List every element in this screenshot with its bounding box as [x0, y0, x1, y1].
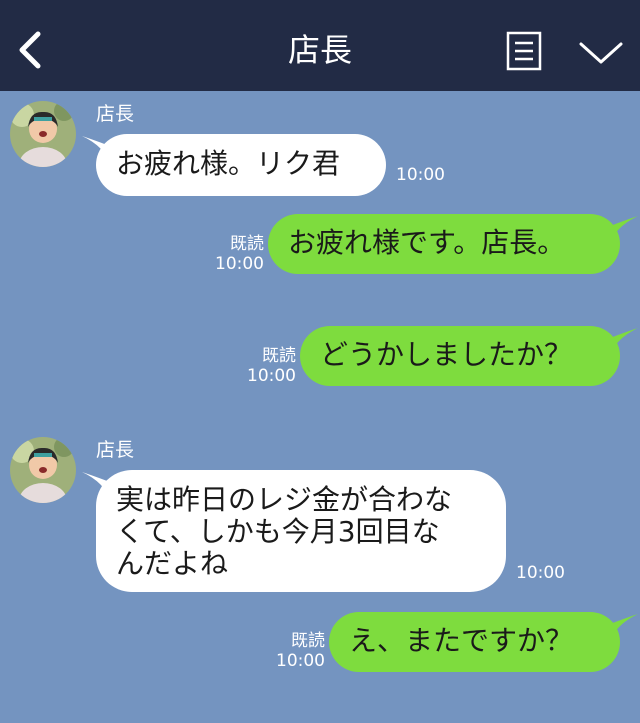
child-photo-avatar [10, 437, 76, 503]
avatar[interactable] [10, 437, 76, 503]
message-bubble[interactable]: お疲れ様。リク君 [96, 134, 386, 196]
message-time: 10:00 [215, 254, 264, 274]
menu-button[interactable] [506, 31, 542, 71]
chat-header: 店長 [0, 0, 640, 91]
read-status: 既読 10:00 [273, 631, 325, 671]
message-text: お疲れ様です。店長。 [288, 226, 566, 259]
menu-list-icon [506, 31, 542, 71]
message-text: どうかしましたか？ [320, 338, 573, 371]
message-time: 10:00 [516, 563, 565, 583]
expand-button[interactable] [578, 38, 624, 68]
read-label: 既読 [291, 631, 325, 651]
message-bubble[interactable]: え、またですか？ [329, 612, 620, 672]
avatar[interactable] [10, 101, 76, 167]
message-time: 10:00 [396, 165, 445, 185]
message-text: 実は昨日のレジ金が合わな くて、しかも今月3回目な んだよね [116, 483, 453, 580]
chat-title: 店長 [287, 31, 352, 69]
message-text: お疲れ様。リク君 [116, 147, 341, 180]
sender-name: 店長 [96, 439, 135, 461]
read-label: 既読 [230, 234, 264, 254]
message-time: 10:00 [247, 366, 296, 386]
sender-name: 店長 [96, 103, 135, 125]
message-bubble[interactable]: 実は昨日のレジ金が合わな くて、しかも今月3回目な んだよね [96, 470, 506, 592]
message-time: 10:00 [276, 651, 325, 671]
read-status: 既読 10:00 [244, 346, 296, 386]
chevron-down-icon [579, 42, 623, 64]
message-bubble[interactable]: どうかしましたか？ [300, 326, 620, 386]
read-status: 既読 10:00 [212, 234, 264, 274]
read-label: 既読 [262, 346, 296, 366]
child-photo-avatar [10, 101, 76, 167]
message-bubble[interactable]: お疲れ様です。店長。 [268, 214, 620, 274]
message-text: え、またですか？ [349, 624, 574, 657]
